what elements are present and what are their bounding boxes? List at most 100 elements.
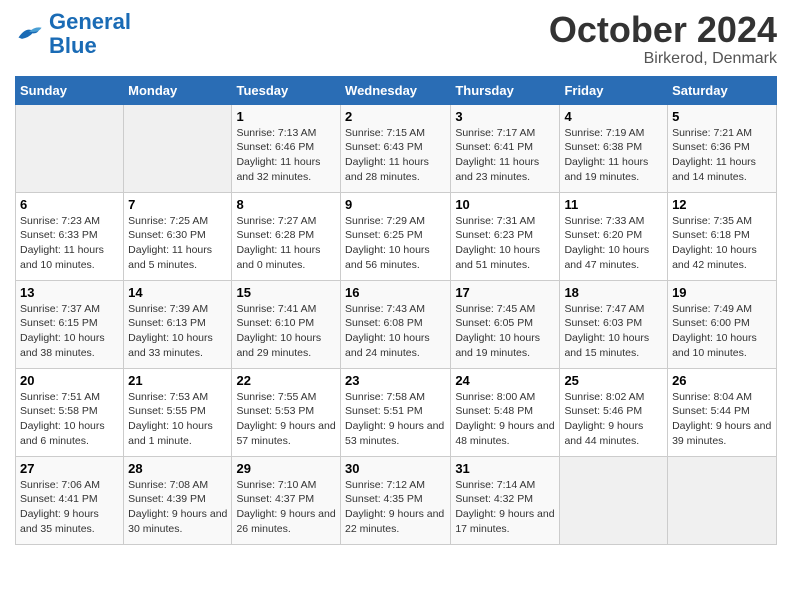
day-header-friday: Friday <box>560 76 668 104</box>
day-info: Sunrise: 7:39 AM Sunset: 6:13 PM Dayligh… <box>128 302 227 361</box>
day-header-thursday: Thursday <box>451 76 560 104</box>
calendar-cell: 11 Sunrise: 7:33 AM Sunset: 6:20 PM Dayli… <box>560 192 668 280</box>
day-number: 13 <box>20 285 119 300</box>
day-number: 26 <box>672 373 772 388</box>
calendar-cell: 15 Sunrise: 7:41 AM Sunset: 6:10 PM Dayli… <box>232 280 341 368</box>
day-number: 4 <box>564 109 663 124</box>
calendar-cell: 3Sunrise: 7:17 AM Sunset: 6:41 PM Daylig… <box>451 104 560 192</box>
week-row-4: 20 Sunrise: 7:51 AM Sunset: 5:58 PM Dayli… <box>16 368 777 456</box>
calendar-cell: 31 Sunrise: 7:14 AM Sunset: 4:32 PM Dayli… <box>451 456 560 544</box>
day-info: Sunrise: 7:25 AM Sunset: 6:30 PM Dayligh… <box>128 214 227 273</box>
day-number: 22 <box>236 373 336 388</box>
week-row-5: 27Sunrise: 7:06 AM Sunset: 4:41 PM Dayli… <box>16 456 777 544</box>
month-title: October 2024 <box>549 10 777 50</box>
day-info: Sunrise: 8:00 AM Sunset: 5:48 PM Dayligh… <box>455 390 555 449</box>
day-header-sunday: Sunday <box>16 76 124 104</box>
calendar-cell: 9 Sunrise: 7:29 AM Sunset: 6:25 PM Daylig… <box>341 192 451 280</box>
day-info: Sunrise: 8:02 AM Sunset: 5:46 PM Dayligh… <box>564 390 663 449</box>
day-number: 10 <box>455 197 555 212</box>
day-info: Sunrise: 7:21 AM Sunset: 6:36 PM Dayligh… <box>672 126 772 185</box>
day-info: Sunrise: 7:35 AM Sunset: 6:18 PM Dayligh… <box>672 214 772 273</box>
day-number: 9 <box>345 197 446 212</box>
week-row-1: 1 Sunrise: 7:13 AM Sunset: 6:46 PM Daylig… <box>16 104 777 192</box>
day-info: Sunrise: 7:23 AM Sunset: 6:33 PM Dayligh… <box>20 214 119 273</box>
logo-icon <box>15 23 43 45</box>
day-number: 16 <box>345 285 446 300</box>
day-info: Sunrise: 7:29 AM Sunset: 6:25 PM Dayligh… <box>345 214 446 273</box>
day-number: 18 <box>564 285 663 300</box>
day-number: 17 <box>455 285 555 300</box>
calendar-cell: 16 Sunrise: 7:43 AM Sunset: 6:08 PM Dayli… <box>341 280 451 368</box>
day-number: 8 <box>236 197 336 212</box>
day-number: 6 <box>20 197 119 212</box>
day-number: 28 <box>128 461 227 476</box>
calendar-cell: 17Sunrise: 7:45 AM Sunset: 6:05 PM Dayli… <box>451 280 560 368</box>
week-row-2: 6 Sunrise: 7:23 AM Sunset: 6:33 PM Daylig… <box>16 192 777 280</box>
calendar-cell: 10Sunrise: 7:31 AM Sunset: 6:23 PM Dayli… <box>451 192 560 280</box>
calendar-cell: 30 Sunrise: 7:12 AM Sunset: 4:35 PM Dayli… <box>341 456 451 544</box>
day-number: 5 <box>672 109 772 124</box>
day-number: 20 <box>20 373 119 388</box>
calendar-cell: 19 Sunrise: 7:49 AM Sunset: 6:00 PM Dayli… <box>668 280 777 368</box>
calendar-cell: 4Sunrise: 7:19 AM Sunset: 6:38 PM Daylig… <box>560 104 668 192</box>
day-info: Sunrise: 7:15 AM Sunset: 6:43 PM Dayligh… <box>345 126 446 185</box>
day-info: Sunrise: 7:37 AM Sunset: 6:15 PM Dayligh… <box>20 302 119 361</box>
day-number: 1 <box>236 109 336 124</box>
day-header-tuesday: Tuesday <box>232 76 341 104</box>
day-info: Sunrise: 8:04 AM Sunset: 5:44 PM Dayligh… <box>672 390 772 449</box>
calendar-cell: 14 Sunrise: 7:39 AM Sunset: 6:13 PM Dayli… <box>124 280 232 368</box>
calendar-cell: 23 Sunrise: 7:58 AM Sunset: 5:51 PM Dayli… <box>341 368 451 456</box>
day-number: 14 <box>128 285 227 300</box>
day-number: 31 <box>455 461 555 476</box>
header-row: SundayMondayTuesdayWednesdayThursdayFrid… <box>16 76 777 104</box>
day-header-wednesday: Wednesday <box>341 76 451 104</box>
calendar-cell: 6 Sunrise: 7:23 AM Sunset: 6:33 PM Daylig… <box>16 192 124 280</box>
day-info: Sunrise: 7:13 AM Sunset: 6:46 PM Dayligh… <box>236 126 336 185</box>
day-info: Sunrise: 7:27 AM Sunset: 6:28 PM Dayligh… <box>236 214 336 273</box>
title-block: October 2024 Birkerod, Denmark <box>549 10 777 68</box>
page-header: General Blue October 2024 Birkerod, Denm… <box>15 10 777 68</box>
day-info: Sunrise: 7:53 AM Sunset: 5:55 PM Dayligh… <box>128 390 227 449</box>
day-header-saturday: Saturday <box>668 76 777 104</box>
day-info: Sunrise: 7:10 AM Sunset: 4:37 PM Dayligh… <box>236 478 336 537</box>
day-number: 25 <box>564 373 663 388</box>
day-info: Sunrise: 7:33 AM Sunset: 6:20 PM Dayligh… <box>564 214 663 273</box>
day-number: 23 <box>345 373 446 388</box>
day-info: Sunrise: 7:06 AM Sunset: 4:41 PM Dayligh… <box>20 478 119 537</box>
calendar-cell <box>16 104 124 192</box>
calendar-cell: 28 Sunrise: 7:08 AM Sunset: 4:39 PM Dayli… <box>124 456 232 544</box>
calendar-cell: 25 Sunrise: 8:02 AM Sunset: 5:46 PM Dayli… <box>560 368 668 456</box>
day-info: Sunrise: 7:41 AM Sunset: 6:10 PM Dayligh… <box>236 302 336 361</box>
calendar-cell <box>124 104 232 192</box>
day-info: Sunrise: 7:58 AM Sunset: 5:51 PM Dayligh… <box>345 390 446 449</box>
day-info: Sunrise: 7:49 AM Sunset: 6:00 PM Dayligh… <box>672 302 772 361</box>
calendar-cell <box>668 456 777 544</box>
day-info: Sunrise: 7:14 AM Sunset: 4:32 PM Dayligh… <box>455 478 555 537</box>
day-number: 11 <box>564 197 663 212</box>
calendar-cell: 20 Sunrise: 7:51 AM Sunset: 5:58 PM Dayli… <box>16 368 124 456</box>
calendar-cell: 1 Sunrise: 7:13 AM Sunset: 6:46 PM Daylig… <box>232 104 341 192</box>
day-number: 12 <box>672 197 772 212</box>
calendar-cell: 27Sunrise: 7:06 AM Sunset: 4:41 PM Dayli… <box>16 456 124 544</box>
calendar-cell: 22 Sunrise: 7:55 AM Sunset: 5:53 PM Dayli… <box>232 368 341 456</box>
day-info: Sunrise: 7:51 AM Sunset: 5:58 PM Dayligh… <box>20 390 119 449</box>
day-info: Sunrise: 7:43 AM Sunset: 6:08 PM Dayligh… <box>345 302 446 361</box>
day-number: 15 <box>236 285 336 300</box>
calendar-cell: 8 Sunrise: 7:27 AM Sunset: 6:28 PM Daylig… <box>232 192 341 280</box>
week-row-3: 13 Sunrise: 7:37 AM Sunset: 6:15 PM Dayli… <box>16 280 777 368</box>
logo-text: General Blue <box>49 10 131 58</box>
location: Birkerod, Denmark <box>549 50 777 68</box>
calendar-cell: 26 Sunrise: 8:04 AM Sunset: 5:44 PM Dayli… <box>668 368 777 456</box>
day-number: 19 <box>672 285 772 300</box>
calendar-cell <box>560 456 668 544</box>
day-info: Sunrise: 7:08 AM Sunset: 4:39 PM Dayligh… <box>128 478 227 537</box>
logo: General Blue <box>15 10 131 58</box>
day-number: 30 <box>345 461 446 476</box>
day-info: Sunrise: 7:55 AM Sunset: 5:53 PM Dayligh… <box>236 390 336 449</box>
day-number: 29 <box>236 461 336 476</box>
calendar-cell: 24Sunrise: 8:00 AM Sunset: 5:48 PM Dayli… <box>451 368 560 456</box>
day-number: 2 <box>345 109 446 124</box>
calendar-cell: 18Sunrise: 7:47 AM Sunset: 6:03 PM Dayli… <box>560 280 668 368</box>
day-info: Sunrise: 7:12 AM Sunset: 4:35 PM Dayligh… <box>345 478 446 537</box>
calendar-cell: 21Sunrise: 7:53 AM Sunset: 5:55 PM Dayli… <box>124 368 232 456</box>
